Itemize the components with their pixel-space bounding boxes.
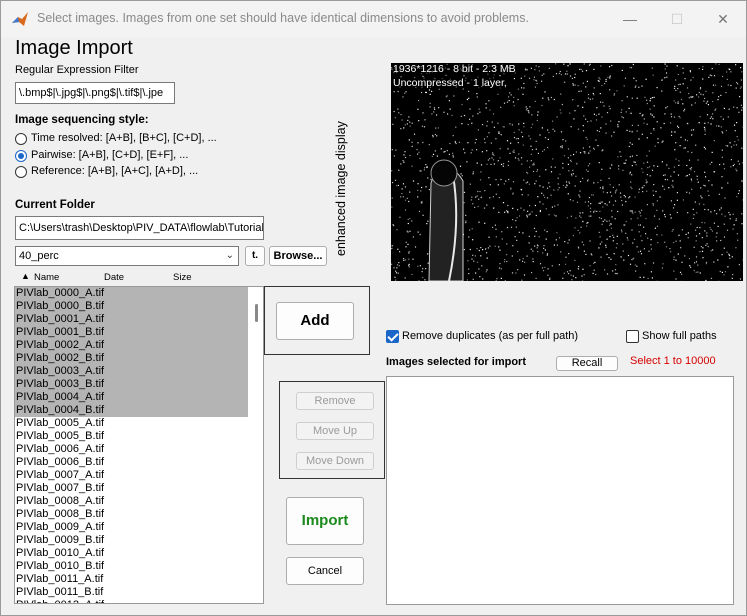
list-scrollbar-thumb[interactable] <box>255 304 258 322</box>
file-items: PIVlab_0000_A.tif PIVlab_0000_B.tif PIVlab… <box>15 287 263 603</box>
minimize-icon[interactable]: — <box>616 9 644 29</box>
file-list-item[interactable]: PIVlab_0010_A.tif <box>15 547 263 560</box>
show-full-paths-checkbox[interactable] <box>626 330 639 343</box>
import-dialog: Select images. Images from one set shoul… <box>0 0 747 616</box>
browse-button[interactable]: Browse... <box>269 246 327 266</box>
radio-pairwise[interactable] <box>15 150 27 162</box>
file-list-item[interactable]: PIVlab_0006_A.tif <box>15 443 263 456</box>
radio-reference[interactable] <box>15 166 27 178</box>
column-name[interactable]: Name <box>34 272 59 283</box>
show-full-paths-label: Show full paths <box>642 330 717 342</box>
recall-button[interactable]: Recall <box>556 356 618 371</box>
regex-label: Regular Expression Filter <box>15 64 139 76</box>
file-list[interactable]: PIVlab_0000_A.tif PIVlab_0000_B.tif PIVlab… <box>14 286 264 604</box>
enhanced-display-label: enhanced image display <box>334 121 348 256</box>
image-info-dimensions: 1936*1216 - 8 bit - 2.3 MB <box>393 63 516 75</box>
column-date[interactable]: Date <box>104 272 124 283</box>
file-list-item[interactable]: PIVlab_0000_A.tif <box>15 287 248 300</box>
remove-duplicates-label: Remove duplicates (as per full path) <box>402 330 579 342</box>
folder-up-button[interactable]: t. <box>245 246 265 266</box>
close-icon[interactable]: ✕ <box>709 9 737 29</box>
matlab-app-icon <box>12 12 28 26</box>
file-list-item[interactable]: PIVlab_0005_B.tif <box>15 430 263 443</box>
import-button[interactable]: Import <box>286 497 364 545</box>
file-list-item[interactable]: PIVlab_0005_A.tif <box>15 417 263 430</box>
sort-arrow-icon[interactable]: ▲ <box>21 271 30 281</box>
file-list-item[interactable]: PIVlab_0002_B.tif <box>15 352 248 365</box>
page-title: Image Import <box>15 37 133 59</box>
file-list-item[interactable]: PIVlab_0003_B.tif <box>15 378 248 391</box>
selected-images-label: Images selected for import <box>386 356 526 368</box>
file-list-item[interactable]: PIVlab_0011_B.tif <box>15 586 263 599</box>
remove-duplicates-checkbox[interactable] <box>386 330 399 343</box>
subfolder-value: 40_perc <box>19 250 59 262</box>
image-info-compression: Uncompressed - 1 layer, <box>393 77 507 89</box>
file-list-item[interactable]: PIVlab_0008_B.tif <box>15 508 263 521</box>
move-up-button[interactable]: Move Up <box>296 422 374 440</box>
file-list-item[interactable]: PIVlab_0010_B.tif <box>15 560 263 573</box>
current-folder-label: Current Folder <box>15 199 95 211</box>
particle-image <box>391 63 743 281</box>
column-size[interactable]: Size <box>173 272 191 283</box>
file-list-item[interactable]: PIVlab_0009_B.tif <box>15 534 263 547</box>
radio-reference-label: Reference: [A+B], [A+C], [A+D], ... <box>31 165 199 177</box>
sequencing-label: Image sequencing style: <box>15 114 149 126</box>
title-bar: Select images. Images from one set shoul… <box>1 1 746 37</box>
radio-time-resolved-label: Time resolved: [A+B], [B+C], [C+D], ... <box>31 132 217 144</box>
subfolder-dropdown[interactable]: 40_perc ⌄ <box>15 246 239 266</box>
radio-time-resolved[interactable] <box>15 133 27 145</box>
selected-images-list[interactable] <box>386 376 734 605</box>
file-list-item[interactable]: PIVlab_0001_A.tif <box>15 313 248 326</box>
file-list-item[interactable]: PIVlab_0000_B.tif <box>15 300 248 313</box>
chevron-down-icon: ⌄ <box>225 250 234 261</box>
file-list-item[interactable]: PIVlab_0004_A.tif <box>15 391 248 404</box>
file-list-item[interactable]: PIVlab_0008_A.tif <box>15 495 263 508</box>
cancel-button[interactable]: Cancel <box>286 557 364 585</box>
file-list-item[interactable]: PIVlab_0002_A.tif <box>15 339 248 352</box>
file-list-item[interactable]: PIVlab_0003_A.tif <box>15 365 248 378</box>
add-button[interactable]: Add <box>276 302 354 340</box>
file-list-item[interactable]: PIVlab_0009_A.tif <box>15 521 263 534</box>
folder-path-input[interactable]: C:\Users\trash\Desktop\PIV_DATA\flowlab\… <box>15 216 264 240</box>
image-preview: 1936*1216 - 8 bit - 2.3 MB Uncompressed … <box>391 63 743 281</box>
radio-pairwise-label: Pairwise: [A+B], [C+D], [E+F], ... <box>31 149 189 161</box>
remove-button[interactable]: Remove <box>296 392 374 410</box>
regex-input[interactable]: \.bmp$|\.jpg$|\.png$|\.tif$|\.jpe <box>15 82 175 104</box>
file-list-item[interactable]: PIVlab_0011_A.tif <box>15 573 263 586</box>
maximize-icon[interactable]: ☐ <box>663 9 691 29</box>
file-list-item[interactable]: PIVlab_0001_B.tif <box>15 326 248 339</box>
file-list-item[interactable]: PIVlab_0006_B.tif <box>15 456 263 469</box>
move-down-button[interactable]: Move Down <box>296 452 374 470</box>
selection-hint: Select 1 to 10000 <box>630 355 716 367</box>
file-list-item[interactable]: PIVlab_0007_B.tif <box>15 482 263 495</box>
window-title: Select images. Images from one set shoul… <box>37 11 529 25</box>
file-list-item[interactable]: PIVlab_0012_A.tif <box>15 599 263 603</box>
file-list-item[interactable]: PIVlab_0007_A.tif <box>15 469 263 482</box>
file-list-item[interactable]: PIVlab_0004_B.tif <box>15 404 248 417</box>
